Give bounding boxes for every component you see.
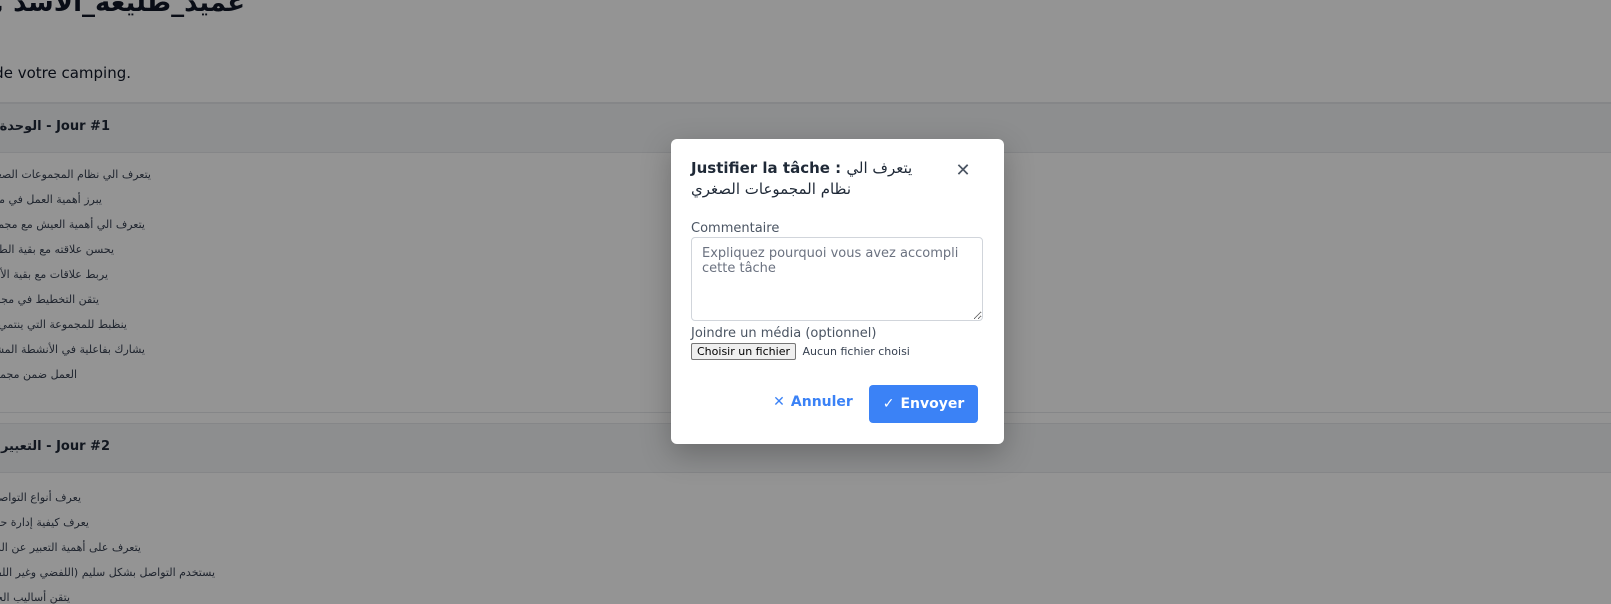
justify-task-modal: Justifier la tâche : يتعرف الي نظام المج… [671, 139, 1004, 444]
close-icon: ✕ [955, 160, 971, 181]
close-button[interactable]: ✕ [954, 162, 972, 180]
check-icon: ✓ [882, 396, 895, 412]
cancel-label: Annuler [790, 394, 853, 410]
x-icon: ✕ [773, 394, 785, 410]
choose-file-button[interactable]: Choisir un fichier [691, 343, 796, 360]
file-input[interactable]: Choisir un fichier Aucun fichier choisi [691, 343, 910, 360]
cancel-button[interactable]: ✕ Annuler [768, 387, 858, 417]
comment-textarea[interactable] [691, 237, 983, 321]
modal-title: Justifier la tâche : يتعرف الي نظام المج… [691, 158, 941, 200]
file-status: Aucun fichier choisi [802, 345, 910, 358]
modal-title-label: Justifier la tâche : [691, 159, 842, 177]
submit-label: Envoyer [900, 396, 965, 412]
comment-label: Commentaire [691, 221, 780, 236]
media-label: Joindre un média (optionnel) [691, 326, 877, 341]
submit-button[interactable]: ✓ Envoyer [869, 385, 978, 423]
